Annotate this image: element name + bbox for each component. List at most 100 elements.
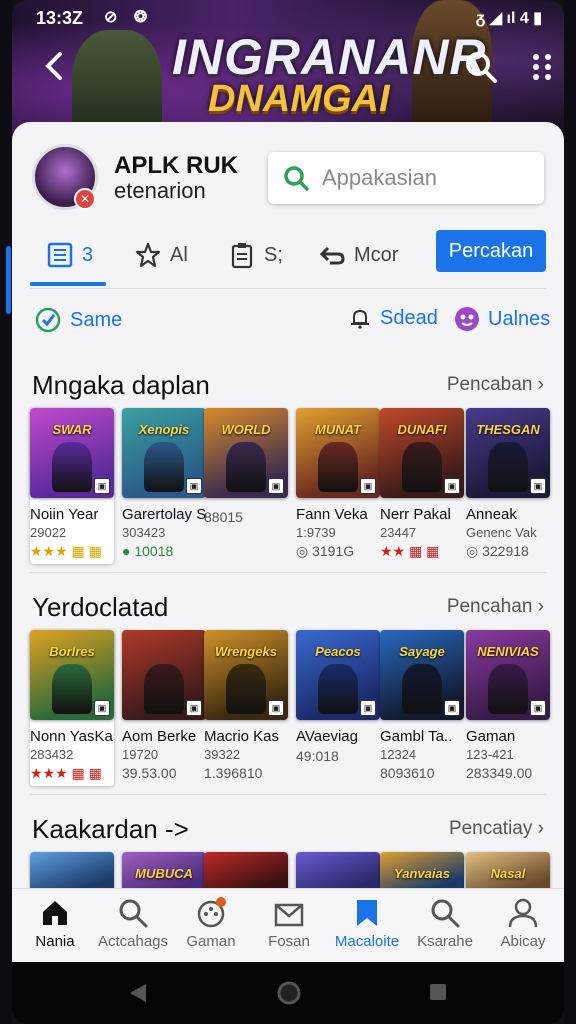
cover-character: [488, 664, 528, 714]
game-card[interactable]: [30, 852, 114, 892]
home-icon: [43, 901, 67, 925]
puzzle-icon: [455, 307, 479, 331]
game-card[interactable]: Xenopis ▣ Garertolay Se 303423 ● 10018: [122, 408, 206, 559]
bookmark-icon: [357, 900, 377, 926]
nav-recents-icon[interactable]: [428, 982, 448, 1002]
cover-character: [52, 664, 92, 714]
nav-home-icon[interactable]: [276, 980, 302, 1006]
game-cover-image: DUNAFI ▣: [380, 408, 464, 498]
game-rating: ★★★ ▦ ▦: [30, 765, 102, 781]
tab-exchange[interactable]: Mcor: [318, 232, 398, 278]
section-more-link[interactable]: Pencahan ›: [447, 596, 544, 618]
game-card[interactable]: Nasal: [466, 852, 550, 892]
nav-item-mail[interactable]: Fosan: [250, 897, 328, 950]
back-button[interactable]: [40, 48, 70, 84]
rating-badge-icon: ▣: [530, 700, 546, 716]
game-title: Nonn YasKar: [30, 728, 114, 745]
game-card[interactable]: MUBUCA: [122, 852, 206, 892]
filter-sdead[interactable]: Sdead: [348, 306, 438, 330]
right-bezel: [564, 0, 576, 1024]
nav-item-search[interactable]: Ksarahe: [406, 897, 484, 950]
game-cover-image: [204, 852, 288, 892]
nav-item-gamepad[interactable]: Gaman: [172, 897, 250, 950]
search-box[interactable]: [268, 152, 544, 204]
nav-label: Macaloite: [334, 933, 400, 950]
section-more-link[interactable]: Pencatiay ›: [449, 818, 544, 840]
tab-grid[interactable]: 3: [46, 232, 93, 278]
search-icon: [431, 899, 460, 928]
nav-item-person[interactable]: Abicay: [484, 897, 562, 950]
nav-back-icon[interactable]: [128, 982, 148, 1004]
game-cover-image: WORLD ▣: [204, 408, 288, 498]
game-card[interactable]: [296, 852, 380, 892]
filter-same[interactable]: Same: [34, 306, 122, 334]
tab-clipboard[interactable]: S;: [228, 232, 283, 278]
game-meta: Genenc Vak: [466, 525, 537, 540]
game-card[interactable]: WORLD ▣ 88015: [204, 408, 288, 525]
status-time: 13:3Z: [36, 8, 84, 28]
cover-title-art: WORLD: [221, 422, 271, 437]
grid-list-icon: [47, 242, 73, 268]
gamepad-icon: [197, 897, 226, 928]
more-vert-icon[interactable]: [530, 52, 554, 82]
game-cover-image: Borlres ▣: [30, 630, 114, 720]
status-bar: 13:3Z ⊘ ❂ ᵹ ◢ ıl 4 ▮: [12, 0, 564, 36]
game-title: Noiin Year: [30, 506, 99, 523]
game-meta: 39322: [204, 747, 241, 762]
clipboard-icon: [231, 243, 253, 269]
game-card[interactable]: Wrengeks ▣ Macrio Kas 39322 1.396810: [204, 630, 288, 781]
phone-screen: INGRANANR DNAMGAI 13:3Z ⊘ ❂ ᵹ ◢ ıl 4 ▮ ✕…: [0, 0, 576, 1024]
section-title: Kaakardan ->: [32, 814, 189, 844]
game-card[interactable]: Sayage ▣ Gambl Ta.. 12324 8093610: [380, 630, 464, 781]
game-cover-image: Xenopis ▣: [122, 408, 206, 498]
nav-item-home[interactable]: Nania: [16, 897, 94, 950]
divider: [30, 288, 546, 289]
game-card[interactable]: [204, 852, 288, 892]
game-title: Gaman: [466, 728, 516, 745]
game-card[interactable]: ▣ Aom Berke 19720 39.53.00: [122, 630, 206, 781]
game-card[interactable]: DUNAFI ▣ Nerr Pakal 23447 ★★ ▦ ▦: [380, 408, 464, 560]
back-arrow-icon: [45, 52, 62, 80]
section-more-link[interactable]: Pencaban ›: [447, 374, 544, 396]
nav-item-bookmark[interactable]: Macaloite: [328, 897, 406, 950]
status-icons-right: ᵹ ◢ ıl 4 ▮: [475, 10, 542, 27]
section-title: Mngaka daplan: [32, 370, 210, 400]
tab-label: S;: [264, 243, 283, 266]
tab-label: Al: [170, 243, 188, 266]
game-card[interactable]: Yanvaias: [380, 852, 464, 892]
tab-star[interactable]: Al: [134, 232, 188, 278]
game-card[interactable]: Peacos ▣ AVaeviag 49:018: [296, 630, 380, 764]
rating-badge-icon: ▣: [530, 478, 546, 494]
app-name: APLK RUK: [114, 152, 238, 179]
app-subtitle: etenarion: [114, 178, 206, 203]
tab-label: 3: [82, 243, 94, 266]
filter-ualnes[interactable]: Ualnes: [454, 306, 550, 332]
section-more-label: Pencaban: [446, 374, 533, 395]
game-meta: 303423: [122, 525, 166, 540]
game-meta: 29022: [30, 525, 67, 540]
search-input[interactable]: [322, 152, 532, 204]
search-icon[interactable]: [464, 50, 498, 84]
game-card[interactable]: THESGAN ▣ Anneak Genenc Vak ◎ 322918: [466, 408, 550, 560]
game-title: Anneak: [466, 506, 517, 523]
cover-character: [318, 442, 358, 492]
percakan-button[interactable]: Percakan: [436, 230, 546, 272]
rating-badge-icon: ▣: [444, 700, 460, 716]
cover-title-art: DUNAFI: [397, 422, 447, 437]
game-card[interactable]: MUNAT ▣ Fann Veka 1:9739 ◎ 3191G: [296, 408, 380, 560]
game-meta: 283432: [30, 747, 74, 762]
nav-item-search[interactable]: Actcahags: [94, 897, 172, 950]
game-card[interactable]: NENIVIAS ▣ Gaman 123-421 283349.00: [466, 630, 550, 781]
nav-label: Actcahags: [97, 933, 169, 950]
cover-character: [52, 442, 92, 492]
game-card[interactable]: SWAR ▣ Noiin Year 29022 ★★★ ▦ ▦: [30, 408, 114, 564]
section-more-label: Pencahan: [446, 596, 533, 617]
section-more-label: Pencatiay: [448, 818, 533, 839]
rating-badge-icon: ▣: [268, 478, 284, 494]
game-row: Borlres ▣ Nonn YasKar 283432 ★★★ ▦ ▦ ▣ Aom Ber…: [30, 630, 550, 790]
game-card[interactable]: Borlres ▣ Nonn YasKar 283432 ★★★ ▦ ▦: [30, 630, 114, 786]
hero-subtitle: DNAMGAI: [208, 78, 390, 120]
game-row: SWAR ▣ Noiin Year 29022 ★★★ ▦ ▦ Xenopis ▣ Garer…: [30, 408, 550, 568]
game-cover-image: Yanvaias: [380, 852, 464, 892]
search-icon: [119, 899, 148, 928]
